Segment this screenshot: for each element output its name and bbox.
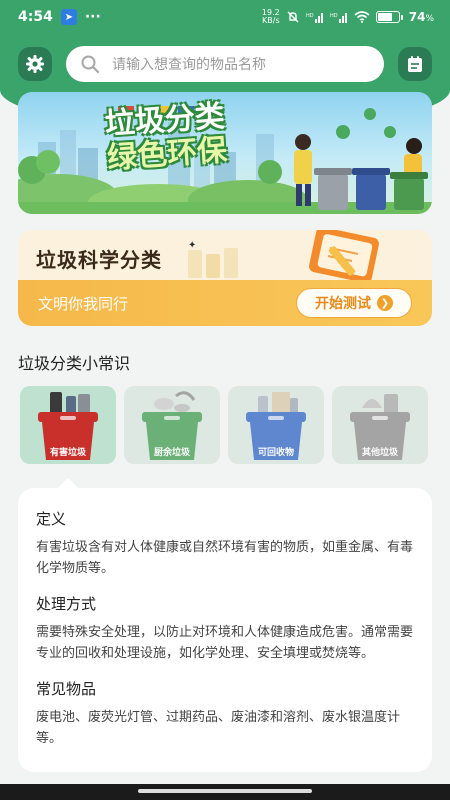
search-placeholder: 请输入想查询的物品名称: [112, 57, 266, 73]
science-card-subtitle: 文明你我同行: [38, 294, 129, 313]
category-tab-recyclable[interactable]: 可回收物: [228, 386, 324, 464]
handling-text: 需要特殊安全处理，以防止对环境和人体健康造成危害。通常需要专业的回收和处理设施，…: [36, 625, 414, 661]
common-items-title: 常见物品: [36, 680, 97, 698]
start-test-label: 开始测试: [315, 296, 371, 312]
svg-text:HD: HD: [306, 13, 314, 19]
category-tab-kitchen[interactable]: 厨余垃圾: [124, 386, 220, 464]
start-test-button[interactable]: 开始测试 ❯: [296, 288, 412, 318]
category-tab-other[interactable]: 其他垃圾: [332, 386, 428, 464]
category-label: 可回收物: [257, 448, 294, 458]
search-icon: [81, 55, 100, 74]
navigation-bar: [0, 784, 450, 800]
network-speed-unit: KB/s: [262, 16, 280, 25]
more-notifications-icon: ···: [84, 9, 101, 25]
svg-text:✦: ✦: [188, 240, 196, 251]
mute-icon: [287, 11, 299, 23]
header: 请输入想查询的物品名称: [18, 46, 432, 82]
network-speed: 19.2 KB/s: [262, 9, 280, 25]
definition-title: 定义: [36, 510, 67, 528]
search-input[interactable]: 请输入想查询的物品名称: [66, 46, 384, 82]
handling-title: 处理方式: [36, 595, 97, 613]
category-label: 其他垃圾: [361, 448, 398, 458]
battery-icon: [375, 11, 403, 23]
gear-icon: [26, 55, 44, 73]
svg-text:HD: HD: [330, 13, 338, 19]
status-time: 4:54: [18, 9, 53, 25]
category-label: 有害垃圾: [49, 448, 86, 458]
category-tab-hazardous[interactable]: 有害垃圾: [20, 386, 116, 464]
status-bar: 4:54 ➤ ··· 19.2 KB/s HD HD 74%: [0, 0, 450, 34]
common-items-text: 废电池、废荧光灯管、过期药品、废油漆和溶剂、废水银温度计等。: [36, 710, 401, 746]
notes-button[interactable]: [398, 47, 432, 81]
signal-icon-1: HD: [306, 13, 323, 23]
science-card-footer: 文明你我同行 开始测试 ❯: [18, 280, 432, 326]
category-tabs: 有害垃圾 厨余垃圾 可回收物 其他垃圾: [20, 386, 430, 464]
wifi-icon: [354, 11, 370, 23]
promo-banner[interactable]: 垃圾分类 绿色环保: [18, 92, 432, 214]
battery-percent-sign: %: [425, 14, 434, 24]
settings-button[interactable]: [18, 47, 52, 81]
category-label: 厨余垃圾: [153, 448, 190, 458]
arrow-right-icon: ❯: [377, 295, 393, 311]
signal-icon-2: HD: [330, 13, 347, 23]
banner-title: 垃圾分类 绿色环保: [104, 99, 229, 176]
category-detail-card: 定义 有害垃圾含有对人体健康或自然环境有害的物质，如重金属、有毒化学物质等。 处…: [18, 488, 432, 772]
science-quiz-card[interactable]: ✦ 垃圾科学分类 文明你我同行 开始测试 ❯: [18, 230, 432, 326]
definition-text: 有害垃圾含有对人体健康或自然环境有害的物质，如重金属、有毒化学物质等。: [36, 540, 414, 576]
battery-text: 74: [408, 10, 426, 24]
knowledge-section-title: 垃圾分类小常识: [18, 354, 131, 373]
app-notification-icon: ➤: [60, 9, 77, 25]
science-card-title: 垃圾科学分类: [36, 248, 162, 272]
notes-icon: [408, 56, 422, 72]
home-indicator[interactable]: [138, 789, 312, 793]
